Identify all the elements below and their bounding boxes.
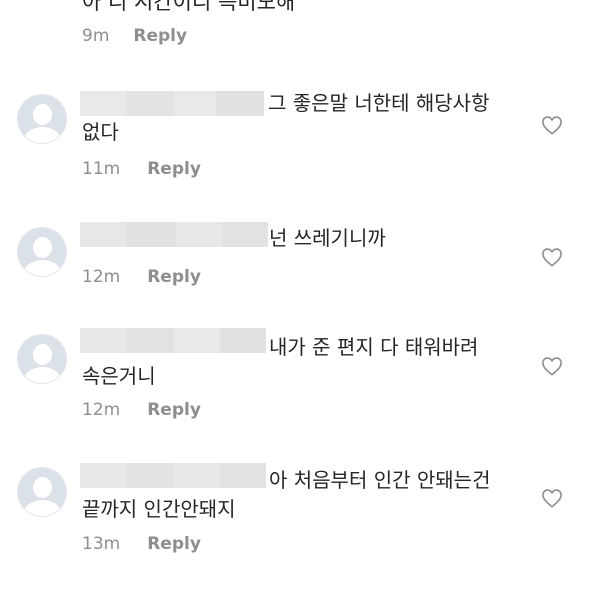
default-avatar-icon[interactable] bbox=[17, 334, 67, 384]
reply-button[interactable]: Reply bbox=[147, 159, 201, 179]
comment-meta: 12m Reply bbox=[82, 400, 201, 420]
comment-meta: 11m Reply bbox=[82, 159, 201, 179]
comment-time: 9m bbox=[82, 26, 110, 46]
reply-button[interactable]: Reply bbox=[147, 400, 201, 420]
previous-comment-meta: 9m Reply bbox=[82, 26, 187, 46]
reply-button[interactable]: Reply bbox=[147, 267, 201, 287]
heart-outline-icon[interactable] bbox=[541, 356, 563, 376]
comment-text: 넌 쓰레기니까 bbox=[269, 226, 386, 250]
comment-meta: 13m Reply bbox=[82, 534, 201, 554]
reply-button[interactable]: Reply bbox=[133, 26, 187, 46]
reply-button[interactable]: Reply bbox=[147, 534, 201, 554]
heart-outline-icon[interactable] bbox=[541, 115, 563, 135]
comment-time: 12m bbox=[82, 400, 121, 420]
heart-outline-icon[interactable] bbox=[541, 247, 563, 267]
comment-text: 아 처음부터 인간 안돼는건 끝까지 인간안돼지 bbox=[82, 468, 491, 521]
comment-text: 내가 준 편지 다 태워바려 속은거니 bbox=[82, 335, 479, 388]
previous-comment-text: 아 리 시간이리 득비모해 bbox=[82, 0, 296, 14]
comment-time: 11m bbox=[82, 159, 121, 179]
default-avatar-icon[interactable] bbox=[17, 94, 67, 144]
comment-text: 그 좋은말 너한테 해당사항 없다 bbox=[82, 91, 490, 144]
default-avatar-icon[interactable] bbox=[17, 227, 67, 277]
default-avatar-icon[interactable] bbox=[17, 467, 67, 517]
comment-time: 13m bbox=[82, 534, 121, 554]
comment-time: 12m bbox=[82, 267, 121, 287]
heart-outline-icon[interactable] bbox=[541, 488, 563, 508]
comment-meta: 12m Reply bbox=[82, 267, 201, 287]
